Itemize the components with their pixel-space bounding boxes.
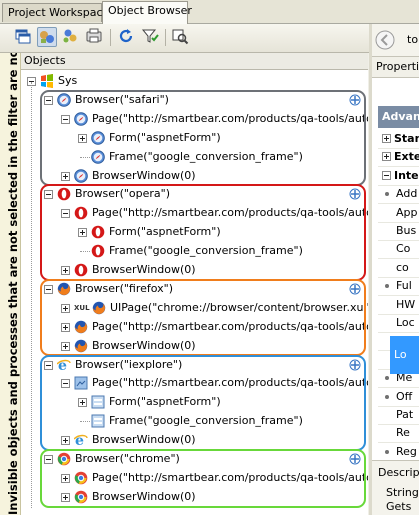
show-objects-icon (40, 31, 54, 43)
objects-header: Objects (21, 53, 368, 70)
refresh-icon (119, 29, 133, 43)
property-row[interactable]: Re (378, 424, 419, 444)
tab-object-browser[interactable]: Object Browser (102, 1, 192, 24)
properties-header: Properti (372, 57, 419, 78)
property-label: Off (396, 389, 413, 403)
processes-icon (63, 29, 77, 43)
map-object-button[interactable] (171, 27, 191, 47)
mapped-object-icon (349, 283, 361, 295)
property-row[interactable]: Exter (378, 148, 419, 168)
tab-project-workspace[interactable]: Project Workspace (2, 3, 109, 22)
browser-group-outline (40, 449, 366, 508)
property-label: Reg (396, 444, 417, 458)
toolbar-separator (110, 29, 111, 46)
save-icon (86, 28, 102, 43)
selected-property[interactable]: Lo (390, 336, 419, 374)
tab-strip: Project Workspace Object Browser (0, 0, 419, 24)
property-label: Bus (396, 224, 417, 237)
property-label: Re (396, 426, 410, 440)
property-label: HW (396, 297, 416, 311)
property-label: Loc (396, 316, 415, 329)
property-row[interactable]: Inter (378, 167, 419, 186)
browser-group-outline (40, 354, 366, 451)
description-text: Gets th (386, 500, 412, 515)
property-label: Add (396, 187, 418, 201)
property-row[interactable]: Ful (378, 277, 419, 297)
property-bullet-icon (385, 192, 389, 197)
property-row[interactable]: co (378, 259, 419, 278)
property-row[interactable]: Stand (378, 130, 419, 149)
filter-notice-bar: Invisible objects and processes that are… (0, 53, 21, 515)
property-label: Co (396, 242, 411, 256)
property-label: Ful (396, 279, 412, 293)
save-button[interactable] (85, 27, 105, 47)
property-row[interactable]: Loc (378, 314, 419, 333)
expand-toggle[interactable] (382, 134, 391, 143)
filter-button[interactable] (141, 27, 161, 47)
mapped-object-icon (349, 188, 361, 200)
tree-item-label: Sys (58, 74, 78, 87)
show-objects-button[interactable] (37, 27, 57, 47)
property-row[interactable]: Add (378, 185, 419, 205)
property-bullet-icon (385, 376, 389, 381)
property-category-label: Stand (394, 132, 419, 145)
property-bullet-icon (385, 449, 389, 454)
browser-group-outline (40, 184, 366, 281)
property-category-label: Exter (394, 150, 419, 164)
property-label: Pat (396, 408, 414, 421)
property-bullet-icon (385, 394, 389, 399)
description-box: Descript String Gets th (372, 460, 419, 515)
sys-icon (41, 74, 53, 88)
toolbar-separator (165, 29, 166, 46)
property-row[interactable]: Off (378, 388, 419, 407)
collapse-toggle[interactable] (382, 170, 391, 180)
browser-group-outline (40, 278, 366, 357)
navigation-path: to (407, 33, 419, 46)
filter-notice-text: Invisible objects and processes that are… (6, 53, 20, 515)
property-row[interactable]: Bus (378, 222, 419, 241)
navigation-bar: to (372, 24, 419, 57)
property-bullet-icon (385, 284, 389, 289)
processes-button[interactable] (61, 27, 81, 47)
filter-icon (141, 29, 159, 43)
advanced-section-header[interactable]: Advan (378, 106, 419, 128)
properties-panel: to Properti Advan Stand Exter Inter Add App B… (372, 24, 419, 515)
property-row[interactable]: Reg (378, 443, 419, 462)
toolbar (0, 24, 370, 53)
map-object-icon (172, 29, 189, 45)
mapped-object-icon (349, 94, 361, 106)
windows-button[interactable] (14, 27, 34, 47)
back-arrow-icon[interactable] (375, 30, 395, 50)
property-row[interactable]: Co (378, 240, 419, 260)
browser-group-outline (40, 89, 366, 187)
tree-node-sys[interactable]: Sys (21, 72, 368, 90)
object-tree[interactable]: Sys Browser("safari") Page("http://smartbe… (21, 70, 368, 515)
property-row[interactable]: Pat (378, 406, 419, 425)
property-row[interactable]: App (378, 204, 419, 223)
description-text: String (386, 486, 419, 499)
expand-toggle[interactable] (382, 152, 391, 162)
property-category-label: Inter (394, 168, 419, 182)
windows-icon (15, 29, 31, 44)
property-row[interactable]: HW (378, 296, 419, 315)
mapped-object-icon (349, 453, 361, 465)
refresh-button[interactable] (117, 27, 137, 47)
mapped-object-icon (349, 359, 361, 371)
tree-connector (31, 82, 32, 508)
property-label: App (396, 205, 418, 219)
description-title: Descript (378, 466, 419, 479)
property-label: co (396, 260, 409, 274)
